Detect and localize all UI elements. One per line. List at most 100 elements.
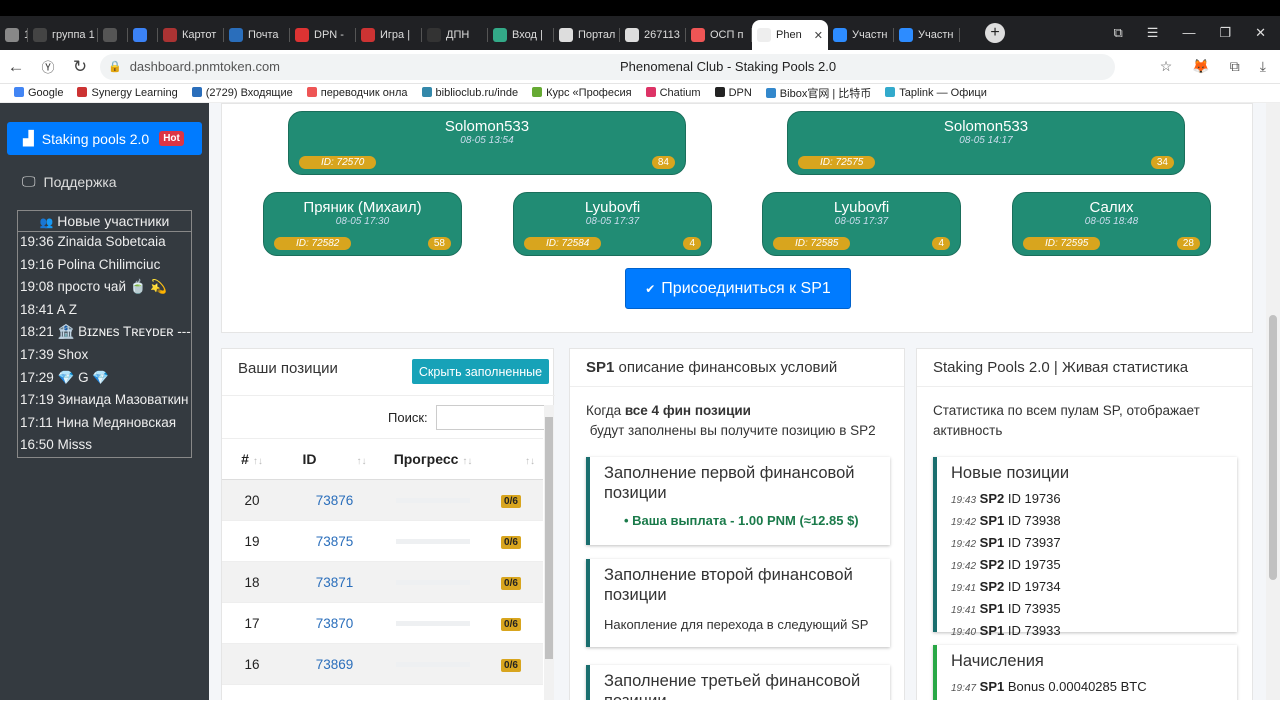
accruals-title: Начисления: [951, 652, 1044, 670]
search-input[interactable]: [435, 405, 546, 430]
reload-icon[interactable]: ↻: [64, 57, 96, 77]
positions-table: # ↑↓ ID ↑↓ Прогресс ↑↓ ↑↓ 20 73876 0/6 19 738…: [222, 438, 543, 700]
row-number: 19: [222, 520, 282, 562]
node-count-badge: 84: [651, 156, 675, 169]
node-count-badge: 4: [932, 237, 950, 250]
row-id-link[interactable]: 73868: [282, 684, 387, 700]
tab-favicon: [899, 28, 913, 42]
progress-bar: [396, 498, 470, 504]
browser-tab[interactable]: Картот: [158, 20, 224, 50]
col-progress[interactable]: Прогресс ↑↓: [387, 438, 479, 480]
row-status: 0/6: [479, 643, 543, 685]
pool-node[interactable]: Lyubovfi 08-05 17:37 ID: 72584 4: [513, 192, 712, 256]
metamask-icon[interactable]: 🦊: [1192, 58, 1209, 75]
browser-tab[interactable]: ОСП п: [686, 20, 752, 50]
bookmark-item[interactable]: DPN: [714, 87, 752, 99]
browser-tab[interactable]: ДПН: [422, 20, 488, 50]
col-number[interactable]: # ↑↓: [222, 438, 282, 480]
tab-label: Вход |: [512, 29, 543, 41]
row-status: 1/6: [479, 684, 543, 700]
row-id-link[interactable]: 73869: [282, 643, 387, 685]
node-count-badge: 28: [1176, 237, 1200, 250]
browser-tab[interactable]: Почта: [224, 20, 290, 50]
browser-tab[interactable]: Участн: [894, 20, 960, 50]
browser-tab[interactable]: группа 1: [28, 20, 98, 50]
tab-favicon: [103, 28, 117, 42]
bookmark-favicon: [765, 88, 776, 98]
browser-tab[interactable]: 13: [0, 20, 28, 50]
hide-filled-button[interactable]: Скрыть заполненные: [412, 359, 549, 384]
hot-badge: Hot: [159, 131, 184, 146]
bookmark-item[interactable]: переводчик онла: [306, 87, 408, 99]
bookmark-icon[interactable]: ☆: [1160, 58, 1173, 75]
col-status[interactable]: ↑↓: [479, 438, 543, 480]
download-icon[interactable]: ⤓: [1260, 58, 1266, 75]
tab-search-icon[interactable]: ⧉: [1113, 25, 1122, 41]
stat-pool: SP2: [979, 557, 1005, 572]
table-scrollbar[interactable]: [544, 405, 554, 700]
browser-tab[interactable]: DPN -: [290, 20, 356, 50]
bookmark-item[interactable]: Chatium: [645, 87, 701, 99]
pool-node[interactable]: Пряник (Михаил) 08-05 17:30 ID: 72582 58: [263, 192, 462, 256]
bookmark-item[interactable]: Synergy Learning: [77, 87, 178, 99]
browser-tab[interactable]: 267113: [620, 20, 686, 50]
table-row: 18 73871 0/6: [222, 561, 543, 603]
minimize-icon[interactable]: —: [1182, 25, 1195, 41]
new-tab-button[interactable]: +: [985, 23, 1005, 43]
bookmark-item[interactable]: biblioclub.ru/inde: [421, 87, 518, 99]
url-text: dashboard.pnmtoken.com: [129, 59, 281, 74]
browser-tab[interactable]: Вход |: [488, 20, 554, 50]
member-row: 17:39 Shox: [20, 346, 89, 362]
page-scrollbar[interactable]: [1266, 103, 1280, 700]
row-id-link[interactable]: 73876: [282, 479, 387, 521]
pools-icon: ▟: [23, 130, 34, 146]
new-members-header: 👥 Новые участники: [18, 211, 191, 232]
url-field[interactable]: 🔒 dashboard.pnmtoken.com Phenomenal Club…: [100, 53, 1115, 80]
stat-text: ID 19734: [1004, 579, 1061, 594]
close-tab-icon[interactable]: ✕: [814, 29, 823, 42]
join-sp1-button[interactable]: ✔ Присоединиться к SP1: [625, 268, 851, 309]
back-icon[interactable]: ←: [0, 57, 32, 77]
staking-pools-button[interactable]: ▟ Staking pools 2.0 Hot: [7, 122, 202, 155]
bookmark-item[interactable]: Bibox官网 | 比特币: [765, 85, 872, 101]
stat-text: ID 19736: [1004, 491, 1061, 506]
progress-bar: [396, 539, 470, 545]
row-id-link[interactable]: 73871: [282, 561, 387, 603]
bookmark-label: Bibox官网 | 比特币: [779, 88, 872, 100]
pool-node[interactable]: Салих 08-05 18:48 ID: 72595 28: [1012, 192, 1211, 256]
browser-tab[interactable]: Участн: [828, 20, 894, 50]
browser-tab[interactable]: [128, 20, 158, 50]
browser-tab[interactable]: Портал: [554, 20, 620, 50]
node-id-badge: ID: 72595: [1023, 237, 1101, 250]
row-id-link[interactable]: 73870: [282, 602, 387, 644]
maximize-icon[interactable]: ❐: [1219, 25, 1231, 41]
row-id-link[interactable]: 73875: [282, 520, 387, 562]
node-date: 08-05 13:54: [460, 135, 514, 146]
stat-row: 19:40 SP1 ID 73933: [951, 621, 1223, 643]
check-circle-icon: ✔: [645, 281, 656, 296]
status-badge: 0/6: [501, 577, 521, 590]
tab-favicon: [5, 28, 19, 42]
pool-node[interactable]: Lyubovfi 08-05 17:37 ID: 72585 4: [762, 192, 961, 256]
extensions-icon[interactable]: ⧉: [1230, 58, 1240, 75]
table-row: 1573868 1/6: [222, 684, 543, 700]
browser-tab[interactable]: Phen ✕: [752, 20, 828, 50]
bookmark-favicon: [306, 87, 317, 97]
row-number: 17: [222, 602, 282, 644]
support-link[interactable]: 🖵 Поддержка: [22, 173, 117, 190]
pool-node[interactable]: Solomon533 08-05 13:54 ID: 72570 84: [288, 111, 686, 175]
yandex-icon[interactable]: Ⓨ: [32, 57, 64, 76]
tab-favicon: [757, 28, 771, 42]
browser-tab[interactable]: [98, 20, 128, 50]
bookmark-item[interactable]: (2729) Входящие: [191, 87, 293, 99]
bookmark-item[interactable]: Курс «Професия: [532, 87, 632, 99]
menu-icon[interactable]: ☰: [1147, 25, 1159, 41]
col-id[interactable]: ID ↑↓: [282, 438, 387, 480]
close-window-icon[interactable]: ✕: [1255, 25, 1266, 41]
bookmark-item[interactable]: Google: [14, 87, 63, 99]
pool-node[interactable]: Solomon533 08-05 14:17 ID: 72575 34: [787, 111, 1185, 175]
browser-tab[interactable]: Игра |: [356, 20, 422, 50]
bookmark-item[interactable]: Taplink — Офици: [885, 87, 987, 99]
lock-icon: 🔒: [108, 61, 122, 73]
stat-time: 19:47: [951, 683, 977, 694]
